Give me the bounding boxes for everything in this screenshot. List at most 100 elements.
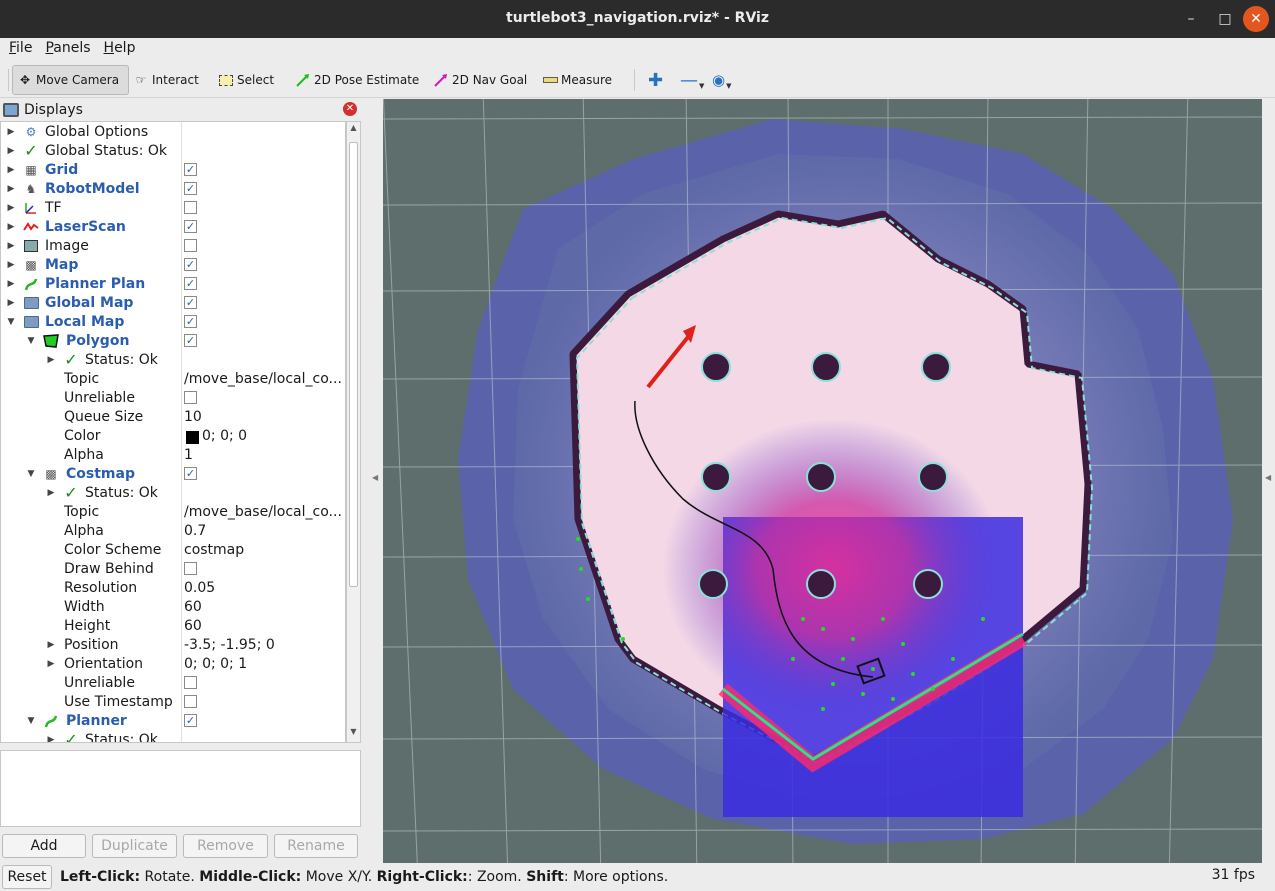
tree-row-planner-plan[interactable]: ▶ Planner Plan ✓: [1, 274, 345, 293]
polygon-checkbox[interactable]: ✓: [184, 334, 197, 347]
tree-row-image[interactable]: ▶ Image: [1, 236, 345, 255]
scroll-up-icon[interactable]: ▲: [347, 123, 360, 137]
robotmodel-checkbox[interactable]: ✓: [184, 182, 197, 195]
expand-arrow-icon[interactable]: ▶: [46, 488, 56, 498]
menu-help[interactable]: Help: [95, 38, 140, 56]
tree-row-orientation[interactable]: ▶ Orientation 0; 0; 0; 1: [1, 654, 345, 673]
tree-row-polygon-unreliable[interactable]: Unreliable: [1, 388, 345, 407]
tree-row-polygon[interactable]: ▼ Polygon ✓: [1, 331, 345, 350]
rename-button[interactable]: Rename: [274, 834, 358, 858]
tree-row-draw-behind[interactable]: Draw Behind: [1, 559, 345, 578]
expand-arrow-icon[interactable]: ▶: [46, 735, 56, 743]
position-value[interactable]: -3.5; -1.95; 0: [184, 637, 344, 653]
tree-row-global-status[interactable]: ▶ ✓ Global Status: Ok: [1, 141, 345, 160]
select-tool[interactable]: Select: [214, 65, 280, 95]
tree-row-laserscan[interactable]: ▶ LaserScan ✓: [1, 217, 345, 236]
costmap-checkbox[interactable]: ✓: [184, 467, 197, 480]
topic-value[interactable]: /move_base/local_co...: [184, 504, 344, 520]
minimize-icon[interactable]: –: [1178, 6, 1204, 32]
scrollbar-thumb[interactable]: [349, 142, 358, 587]
tree-row-local-map[interactable]: ▼ Local Map ✓: [1, 312, 345, 331]
tree-row-costmap-unreliable[interactable]: Unreliable: [1, 673, 345, 692]
collapse-left-icon[interactable]: ◀: [372, 473, 378, 482]
tree-row-width[interactable]: Width 60: [1, 597, 345, 616]
alpha-value[interactable]: 1: [184, 447, 344, 463]
collapse-arrow-icon[interactable]: ▼: [26, 716, 36, 726]
tree-row-queue-size[interactable]: Queue Size 10: [1, 407, 345, 426]
expand-arrow-icon[interactable]: ▶: [46, 640, 56, 650]
collapse-arrow-icon[interactable]: ▼: [26, 469, 36, 479]
tree-row-resolution[interactable]: Resolution 0.05: [1, 578, 345, 597]
add-tool-icon[interactable]: ✚: [644, 65, 669, 95]
width-value[interactable]: 60: [184, 599, 344, 615]
tree-row-costmap-status[interactable]: ▶ ✓ Status: Ok: [1, 483, 345, 502]
remove-tool-icon[interactable]: — ▼: [676, 65, 710, 95]
planner-plan-checkbox[interactable]: ✓: [184, 277, 197, 290]
unreliable-checkbox[interactable]: [184, 391, 197, 404]
tree-row-planner[interactable]: ▼ Planner ✓: [1, 711, 345, 730]
measure-tool[interactable]: Measure: [538, 65, 618, 95]
expand-arrow-icon[interactable]: ▶: [6, 260, 16, 270]
global-map-checkbox[interactable]: ✓: [184, 296, 197, 309]
alpha-value[interactable]: 0.7: [184, 523, 344, 539]
expand-arrow-icon[interactable]: ▶: [6, 279, 16, 289]
planner-checkbox[interactable]: ✓: [184, 714, 197, 727]
queue-size-value[interactable]: 10: [184, 409, 344, 425]
tree-row-costmap-topic[interactable]: Topic /move_base/local_co...: [1, 502, 345, 521]
tree-row-color-scheme[interactable]: Color Scheme costmap: [1, 540, 345, 559]
3d-viewport[interactable]: [383, 99, 1262, 863]
tree-row-use-timestamp[interactable]: Use Timestamp: [1, 692, 345, 711]
duplicate-button[interactable]: Duplicate: [92, 834, 177, 858]
draw-behind-checkbox[interactable]: [184, 562, 197, 575]
expand-arrow-icon[interactable]: ▶: [6, 127, 16, 137]
laserscan-checkbox[interactable]: ✓: [184, 220, 197, 233]
left-splitter[interactable]: ◀: [362, 99, 383, 863]
unreliable-checkbox[interactable]: [184, 676, 197, 689]
pose-estimate-tool[interactable]: 2D Pose Estimate: [291, 65, 425, 95]
tree-row-costmap[interactable]: ▼ ▩ Costmap ✓: [1, 464, 345, 483]
color-value[interactable]: 0; 0; 0: [184, 428, 344, 444]
tree-row-global-options[interactable]: ▶ ⚙ Global Options: [1, 122, 345, 141]
scroll-down-icon[interactable]: ▼: [347, 727, 360, 741]
collapse-arrow-icon[interactable]: ▼: [26, 336, 36, 346]
reset-button[interactable]: Reset: [2, 865, 52, 889]
expand-arrow-icon[interactable]: ▶: [6, 298, 16, 308]
close-panel-icon[interactable]: ✕: [343, 102, 357, 116]
expand-arrow-icon[interactable]: ▶: [6, 222, 16, 232]
expand-arrow-icon[interactable]: ▶: [46, 659, 56, 669]
grid-checkbox[interactable]: ✓: [184, 163, 197, 176]
tree-row-robotmodel[interactable]: ▶ ♞ RobotModel ✓: [1, 179, 345, 198]
tree-row-height[interactable]: Height 60: [1, 616, 345, 635]
remove-button[interactable]: Remove: [183, 834, 268, 858]
tree-row-grid[interactable]: ▶ ▦ Grid ✓: [1, 160, 345, 179]
topic-value[interactable]: /move_base/local_co...: [184, 371, 344, 387]
collapse-arrow-icon[interactable]: ▼: [6, 317, 16, 327]
resolution-value[interactable]: 0.05: [184, 580, 344, 596]
move-camera-tool[interactable]: ✥ Move Camera: [12, 65, 129, 95]
interact-tool[interactable]: ☞ Interact: [129, 65, 205, 95]
tree-row-polygon-status[interactable]: ▶ ✓ Status: Ok: [1, 350, 345, 369]
tree-row-color[interactable]: Color 0; 0; 0: [1, 426, 345, 445]
expand-arrow-icon[interactable]: ▶: [6, 184, 16, 194]
tree-row-planner-status[interactable]: ▶ ✓ Status: Ok: [1, 730, 345, 743]
tf-checkbox[interactable]: [184, 201, 197, 214]
displays-scrollbar[interactable]: ▲ ▼: [346, 121, 361, 743]
close-icon[interactable]: ✕: [1243, 6, 1269, 32]
color-scheme-value[interactable]: costmap: [184, 542, 344, 558]
expand-arrow-icon[interactable]: ▶: [6, 146, 16, 156]
expand-arrow-icon[interactable]: ▶: [6, 203, 16, 213]
maximize-icon[interactable]: □: [1212, 6, 1238, 32]
right-splitter[interactable]: ◀: [1262, 99, 1275, 863]
expand-arrow-icon[interactable]: ▶: [6, 165, 16, 175]
map-checkbox[interactable]: ✓: [184, 258, 197, 271]
nav-goal-tool[interactable]: 2D Nav Goal: [429, 65, 533, 95]
menu-file[interactable]: File: [0, 38, 36, 56]
tree-row-costmap-alpha[interactable]: Alpha 0.7: [1, 521, 345, 540]
tree-row-map[interactable]: ▶ ▩ Map ✓: [1, 255, 345, 274]
orientation-value[interactable]: 0; 0; 0; 1: [184, 656, 344, 672]
collapse-right-icon[interactable]: ◀: [1265, 473, 1271, 482]
tree-row-alpha[interactable]: Alpha 1: [1, 445, 345, 464]
tree-row-polygon-topic[interactable]: Topic /move_base/local_co...: [1, 369, 345, 388]
tree-row-position[interactable]: ▶ Position -3.5; -1.95; 0: [1, 635, 345, 654]
local-map-checkbox[interactable]: ✓: [184, 315, 197, 328]
